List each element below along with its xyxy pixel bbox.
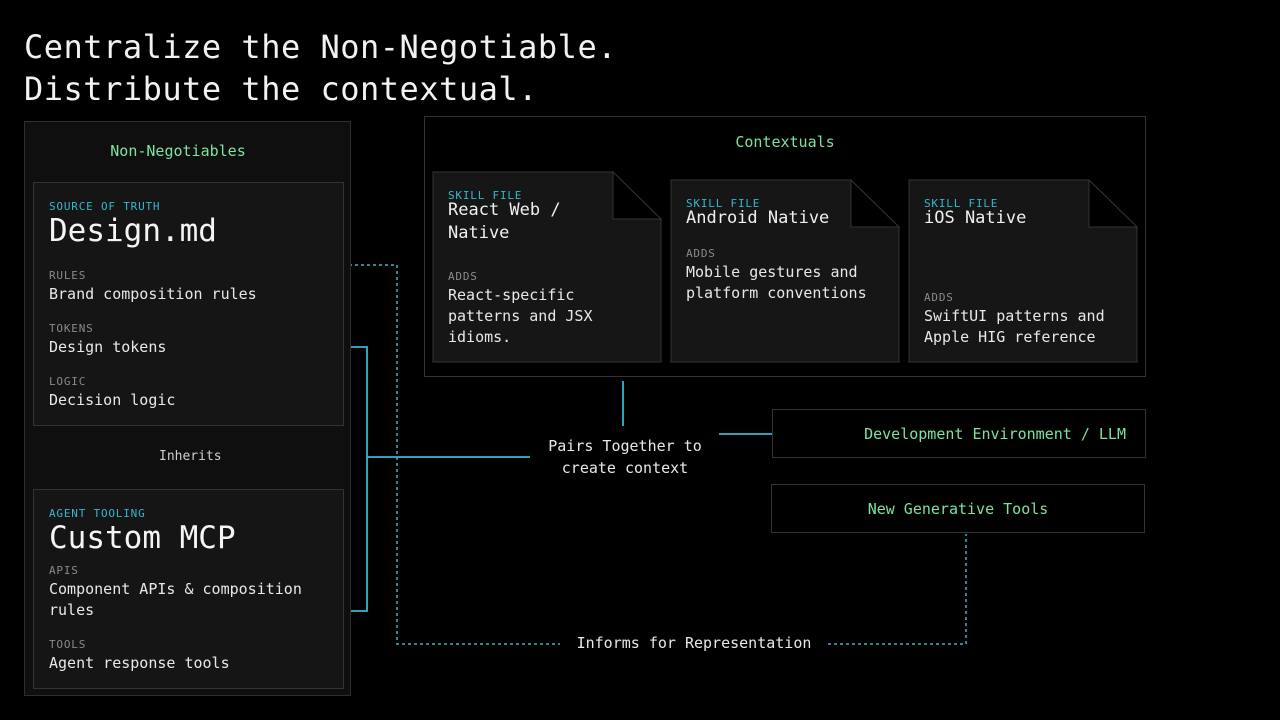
ios-skill-title: iOS Native bbox=[924, 208, 1027, 228]
generative-tools-box: New Generative Tools bbox=[771, 484, 1145, 533]
dev-environment-label: Development Environment / LLM bbox=[864, 424, 1126, 443]
react-adds-label: ADDS bbox=[448, 270, 478, 283]
ios-adds-label: ADDS bbox=[924, 291, 954, 304]
pairs-together-label: Pairs Together to create context bbox=[548, 437, 702, 477]
android-adds-value: Mobile gestures and platform conventions bbox=[686, 263, 867, 302]
android-adds-label: ADDS bbox=[686, 247, 716, 260]
skill-file-shapes bbox=[432, 170, 1139, 363]
ios-doc-fold bbox=[1088, 178, 1139, 228]
android-doc-fold bbox=[850, 178, 901, 228]
dev-environment-box: Development Environment / LLM bbox=[772, 409, 1146, 458]
react-skill-title: React Web / Native bbox=[448, 200, 561, 243]
react-doc-fold bbox=[612, 170, 663, 220]
android-skill-title: Android Native bbox=[686, 208, 830, 228]
generative-tools-label: New Generative Tools bbox=[867, 499, 1049, 518]
informs-label: Informs for Representation bbox=[562, 634, 826, 652]
react-adds-value: React-specific patterns and JSX idioms. bbox=[448, 286, 593, 346]
ios-adds-value: SwiftUI patterns and Apple HIG reference bbox=[924, 307, 1105, 346]
